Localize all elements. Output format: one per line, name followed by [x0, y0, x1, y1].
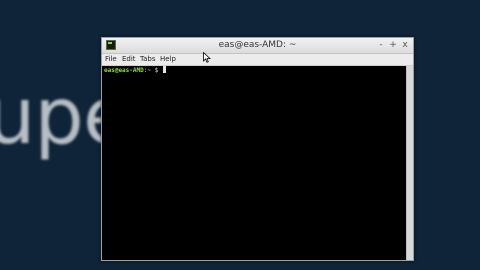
maximize-button[interactable]: + [388, 39, 398, 51]
text-cursor [162, 66, 166, 73]
terminal-window[interactable]: eas@eas-AMD: ~ - + x File Edit Tabs Help… [101, 37, 414, 261]
window-title: eas@eas-AMD: ~ [218, 40, 297, 50]
mouse-pointer-icon [203, 52, 211, 63]
vertical-scrollbar[interactable] [406, 66, 413, 260]
menu-tabs[interactable]: Tabs [140, 54, 156, 65]
prompt-line: eas@eas-AMD:~ $ [104, 66, 166, 75]
menu-edit[interactable]: Edit [122, 54, 136, 65]
menu-file[interactable]: File [105, 54, 117, 65]
menu-help[interactable]: Help [160, 54, 176, 65]
close-button[interactable]: x [400, 39, 410, 51]
prompt-user: eas@eas-AMD [104, 67, 144, 74]
prompt-path: :~ $ [143, 67, 159, 74]
terminal-output[interactable]: eas@eas-AMD:~ $ [102, 66, 407, 260]
minimize-button[interactable]: - [376, 39, 386, 51]
menu-bar: File Edit Tabs Help [102, 54, 413, 66]
title-bar[interactable]: eas@eas-AMD: ~ - + x [102, 38, 413, 54]
